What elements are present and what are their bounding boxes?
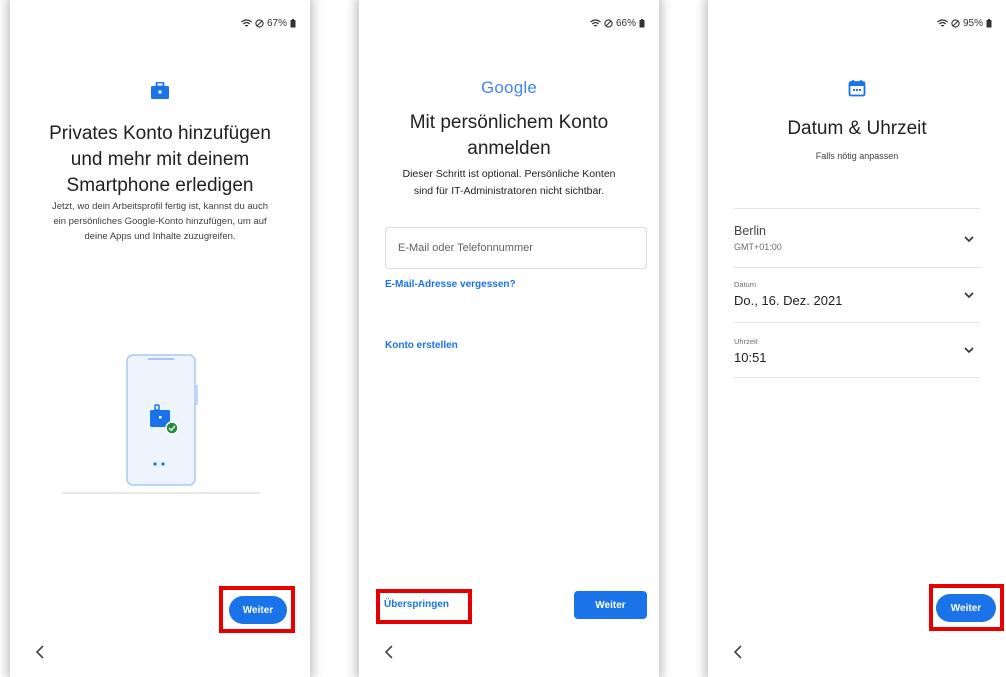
time-value: 10:51 <box>734 350 767 365</box>
status-bar: 66% <box>590 18 645 29</box>
email-field[interactable]: E-Mail oder Telefonnummer <box>385 227 647 269</box>
time-row[interactable]: Uhrzeit 10:51 <box>734 322 980 378</box>
battery-icon <box>986 19 992 28</box>
email-placeholder: E-Mail oder Telefonnummer <box>398 242 533 254</box>
description: Jetzt, wo dein Arbeitsprofil fertig ist,… <box>10 199 310 244</box>
date-label: Datum <box>734 280 757 289</box>
battery-percent: 95% <box>962 18 983 29</box>
timezone-row[interactable]: Berlin GMT+01:00 <box>734 208 980 267</box>
next-button[interactable]: Weiter <box>574 591 647 619</box>
wifi-icon <box>241 19 252 27</box>
google-logo: Google <box>359 78 659 98</box>
battery-percent: 67% <box>266 18 287 29</box>
next-button[interactable]: Weiter <box>229 596 287 624</box>
battery-icon <box>290 19 296 28</box>
chevron-down-icon <box>964 292 974 299</box>
back-icon[interactable] <box>32 643 50 661</box>
screen-date-time: 95% Datum & Uhrzeit Falls nötig anpassen… <box>708 0 1006 677</box>
page-subtitle: Falls nötig anpassen <box>815 151 899 161</box>
chevron-down-icon <box>964 236 974 243</box>
title-line: anmelden <box>467 138 551 159</box>
status-bar: 95% <box>937 18 992 29</box>
page-title: Privates Konto hinzufügen und mehr mit d… <box>10 121 310 199</box>
battery-icon <box>639 19 645 28</box>
description-line: sind für IT-Administratoren nicht sichtb… <box>413 185 605 197</box>
back-icon[interactable] <box>730 643 748 661</box>
google-logo-text: Google <box>480 78 538 97</box>
title-line: Mit persönlichem Konto <box>409 112 609 133</box>
back-icon[interactable] <box>381 643 399 661</box>
page-title: Datum & Uhrzeit <box>787 118 927 139</box>
battery-percent: 66% <box>615 18 636 29</box>
page-title: Mit persönlichem Konto anmelden <box>359 110 659 162</box>
briefcase-icon <box>151 82 169 99</box>
no-sim-icon <box>604 19 613 28</box>
calendar-icon <box>848 80 866 97</box>
status-bar: 67% <box>241 18 296 29</box>
skip-button[interactable]: Überspringen <box>384 599 449 610</box>
title-line: Privates Konto hinzufügen <box>49 123 271 144</box>
date-row[interactable]: Datum Do., 16. Dez. 2021 <box>734 267 980 322</box>
screen-work-profile: 67% Privates Konto hinzufügen und mehr m… <box>10 0 310 677</box>
forgot-email-link[interactable]: E-Mail-Adresse vergessen? <box>385 279 516 290</box>
title-line: und mehr mit deinem <box>70 149 250 170</box>
description: Dieser Schritt ist optional. Persönliche… <box>359 166 659 200</box>
time-label: Uhrzeit <box>734 337 758 346</box>
description-line: ein persönliches Google-Konto hinzufügen… <box>53 216 267 227</box>
description-line: deine Apps und Inhalte zuzugreifen. <box>84 231 236 242</box>
wifi-icon <box>590 19 601 27</box>
screen-google-sign-in: 66% Google Mit persönlichem Konto anmeld… <box>359 0 659 677</box>
description-line: Dieser Schritt ist optional. Persönliche… <box>402 168 616 180</box>
phone-illustration <box>62 354 260 494</box>
description-line: Jetzt, wo dein Arbeitsprofil fertig ist,… <box>52 201 268 212</box>
wifi-icon <box>937 19 948 27</box>
no-sim-icon <box>951 19 960 28</box>
create-account-link[interactable]: Konto erstellen <box>385 340 458 351</box>
timezone-offset: GMT+01:00 <box>734 242 782 252</box>
no-sim-icon <box>255 19 264 28</box>
timezone-value: Berlin <box>734 224 766 238</box>
chevron-down-icon <box>964 347 974 354</box>
next-button[interactable]: Weiter <box>936 594 996 622</box>
date-value: Do., 16. Dez. 2021 <box>734 293 843 308</box>
title-line: Smartphone erledigen <box>66 175 254 196</box>
